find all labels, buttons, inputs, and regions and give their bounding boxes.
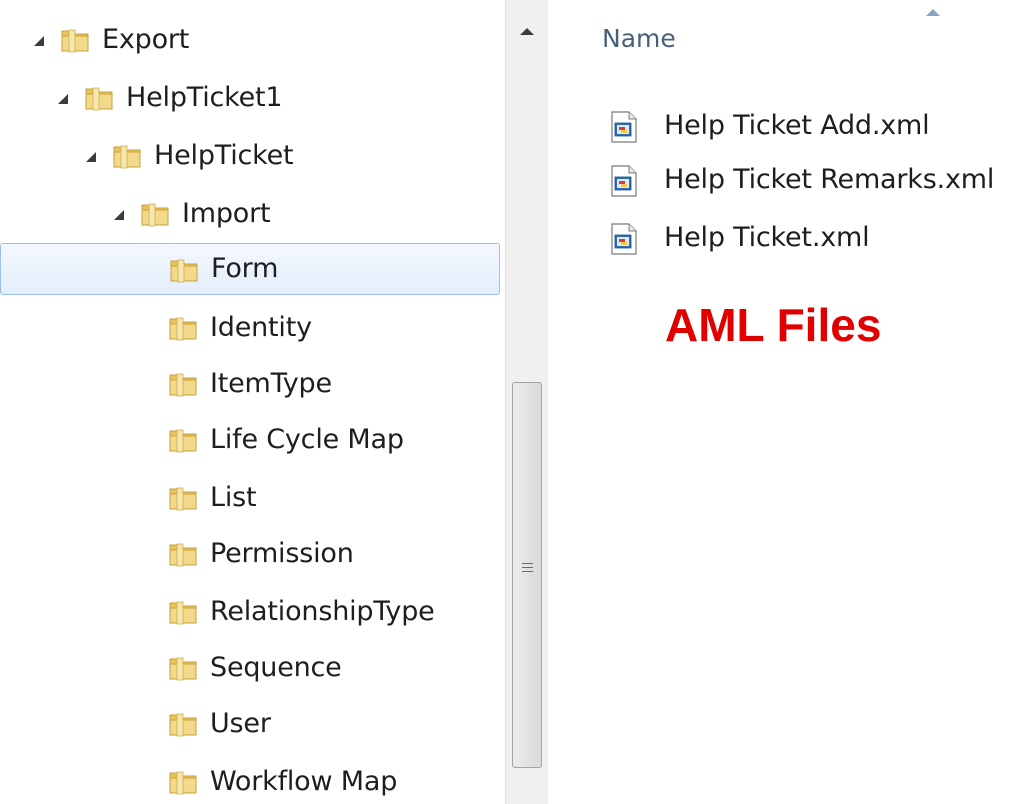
tree-item-helpticket1[interactable]: HelpTicket1 xyxy=(0,72,500,124)
tree-item-identity[interactable]: Identity xyxy=(0,302,500,354)
tree-item-permission[interactable]: Permission xyxy=(0,528,500,580)
tree-item-label: Permission xyxy=(210,538,354,569)
tree-item-life-cycle-map[interactable]: Life Cycle Map xyxy=(0,414,500,466)
tree-item-label: HelpTicket1 xyxy=(126,82,283,113)
grip-line xyxy=(522,567,533,568)
tree-item-label: Life Cycle Map xyxy=(210,424,404,455)
folder-icon xyxy=(168,314,198,342)
tree-item-label: ItemType xyxy=(210,368,332,399)
tree-item-import[interactable]: Import xyxy=(0,188,500,240)
folder-icon xyxy=(168,484,198,512)
tree-item-sequence[interactable]: Sequence xyxy=(0,642,500,694)
file-name: Help Ticket.xml xyxy=(664,222,870,253)
folder-icon xyxy=(168,426,198,454)
tree-item-itemtype[interactable]: ItemType xyxy=(0,358,500,410)
tree-item-label: HelpTicket xyxy=(154,140,294,171)
expand-arrow-icon[interactable] xyxy=(34,36,44,46)
tree-item-list[interactable]: List xyxy=(0,472,500,524)
tree-item-label: RelationshipType xyxy=(210,596,435,627)
folder-icon xyxy=(168,370,198,398)
xml-file-icon xyxy=(610,223,638,255)
name-column-header[interactable]: Name xyxy=(602,24,676,53)
folder-icon xyxy=(140,200,170,228)
file-name: Help Ticket Remarks.xml xyxy=(664,164,995,195)
folder-icon xyxy=(168,598,198,626)
grip-line xyxy=(522,563,533,564)
tree-item-label: Identity xyxy=(210,312,312,343)
scroll-thumb[interactable] xyxy=(512,382,542,768)
folder-icon xyxy=(168,654,198,682)
xml-file-icon xyxy=(610,165,638,197)
expand-arrow-icon[interactable] xyxy=(114,210,124,220)
expand-arrow-icon[interactable] xyxy=(58,94,68,104)
folder-icon xyxy=(112,142,142,170)
aml-files-annotation: AML Files xyxy=(665,299,882,351)
expand-arrow-icon[interactable] xyxy=(86,152,96,162)
grip-line xyxy=(522,571,533,572)
folder-icon xyxy=(168,768,198,796)
folder-tree-pane: Export HelpTicket1 HelpTicket Import Form Ide… xyxy=(0,0,548,804)
tree-item-relationshiptype[interactable]: RelationshipType xyxy=(0,586,500,638)
folder-icon xyxy=(168,710,198,738)
tree-item-label: Export xyxy=(102,24,190,55)
tree-item-label: User xyxy=(210,708,271,739)
tree-item-label: List xyxy=(210,482,257,513)
file-list-pane: Name Help Ticket Add.xml Help Ticket Rema… xyxy=(548,0,1036,804)
tree-item-workflow-map[interactable]: Workflow Map xyxy=(0,756,500,804)
tree-item-user[interactable]: User xyxy=(0,698,500,750)
tree-item-label: Workflow Map xyxy=(210,766,398,797)
tree-item-form[interactable]: Form xyxy=(0,243,500,295)
tree-item-label: Sequence xyxy=(210,652,342,683)
file-item[interactable]: Help Ticket Remarks.xml xyxy=(610,155,1030,205)
tree-item-helpticket[interactable]: HelpTicket xyxy=(0,130,500,182)
folder-icon xyxy=(168,540,198,568)
file-name: Help Ticket Add.xml xyxy=(664,110,930,141)
folder-icon xyxy=(169,256,199,284)
file-item[interactable]: Help Ticket.xml xyxy=(610,213,1030,263)
tree-scrollbar[interactable] xyxy=(505,0,548,804)
folder-icon xyxy=(60,26,90,54)
tree-item-label: Import xyxy=(182,198,271,229)
folder-icon xyxy=(84,84,114,112)
tree-item-export[interactable]: Export xyxy=(0,14,500,66)
scroll-up-arrow-icon[interactable] xyxy=(520,28,534,35)
file-item[interactable]: Help Ticket Add.xml xyxy=(610,101,1030,151)
xml-file-icon xyxy=(610,111,638,143)
sort-ascending-icon xyxy=(926,9,940,16)
tree-item-label: Form xyxy=(211,253,279,284)
